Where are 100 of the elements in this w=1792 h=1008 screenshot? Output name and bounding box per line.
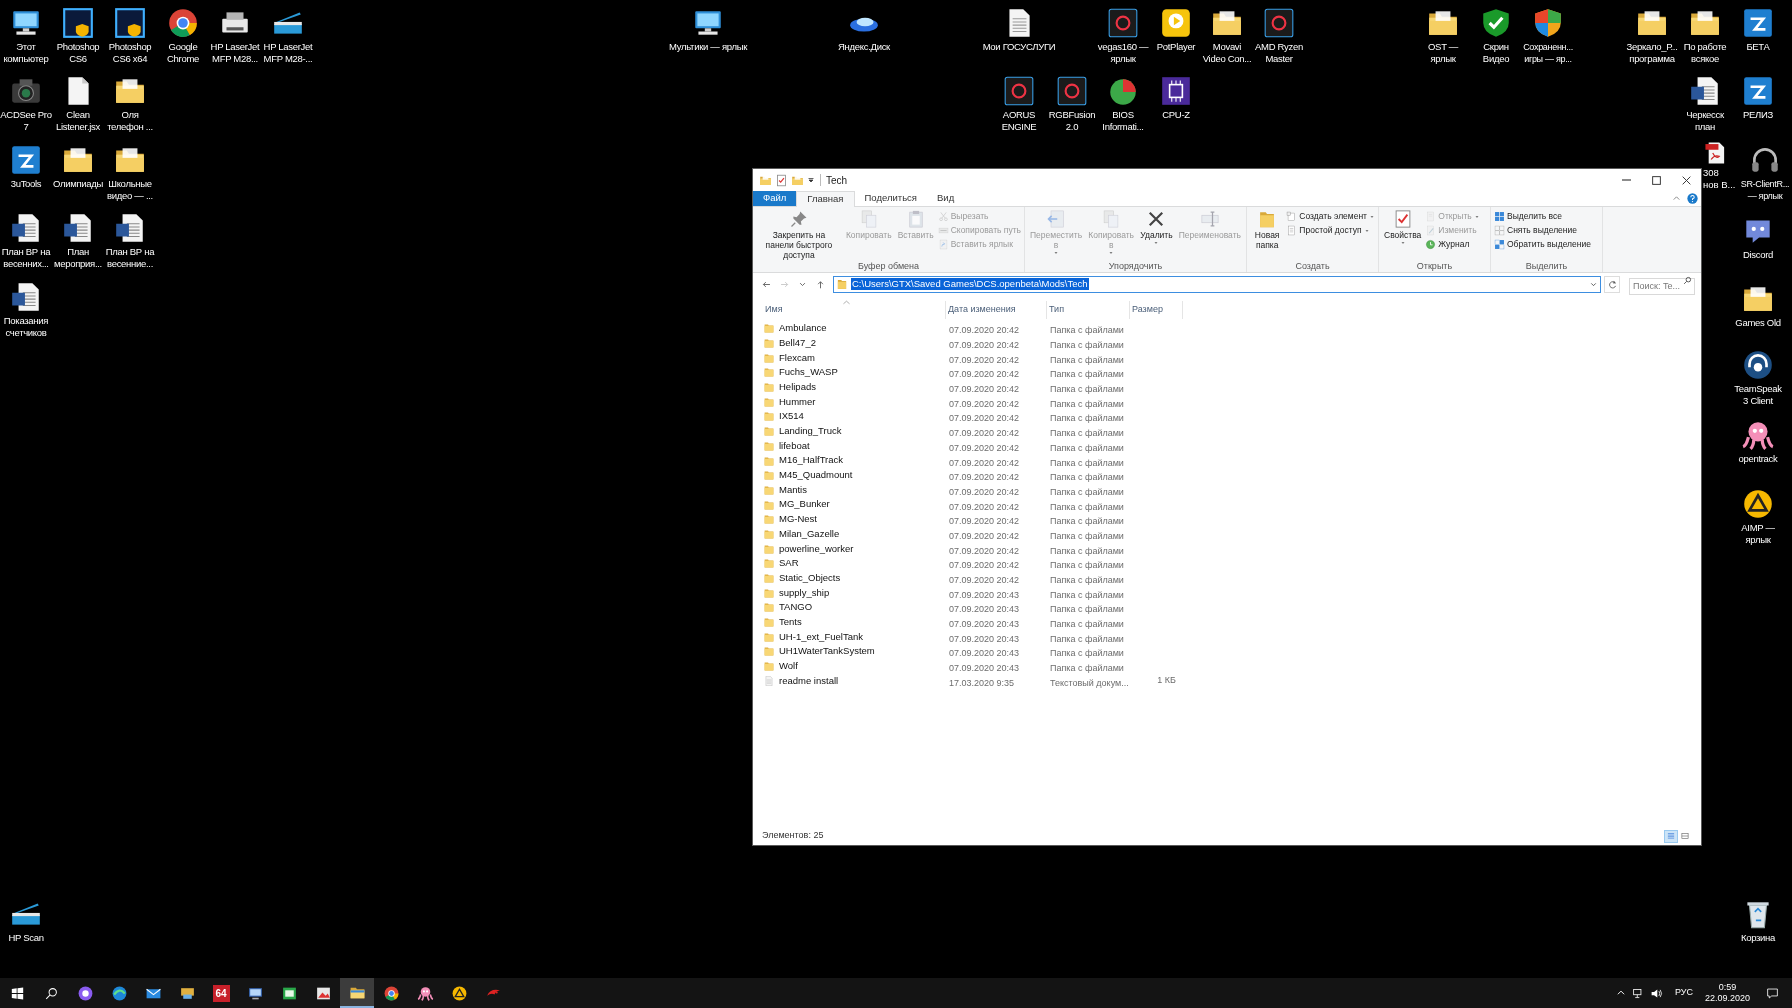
desktop-icon-label[interactable]: Оля телефон ... xyxy=(104,109,156,133)
ribbon-tab[interactable]: Поделиться xyxy=(854,191,927,206)
file-row[interactable]: readme install 17.03.2020 9:35 Текстовый докум... 1 КБ xyxy=(764,673,1701,689)
desktop-icon-label[interactable]: План ВР на весенних... xyxy=(0,246,52,270)
column-header[interactable]: Дата изменения xyxy=(946,301,1047,319)
address-field[interactable]: C:\Users\GTX\Saved Games\DCS.openbeta\Mods\Tech xyxy=(833,275,1601,293)
taskbar-app-button[interactable]: 64 xyxy=(204,978,238,1008)
file-menu-button[interactable]: Файл xyxy=(753,191,797,206)
language-indicator[interactable]: РУС xyxy=(1670,986,1697,1000)
ribbon-tab[interactable]: Главная xyxy=(796,191,855,207)
ribbon-button[interactable]: Простой доступ xyxy=(1286,224,1375,237)
desktop-icon-label[interactable]: TeamSpeak 3 Client xyxy=(1732,383,1784,407)
file-row[interactable]: UH-1_ext_FuelTank 07.09.2020 20:43 Папка с файлами xyxy=(764,629,1701,645)
desktop-icon-label[interactable]: HP Scan xyxy=(8,932,44,944)
ribbon-button[interactable]: Закрепить на панели быстрого доступа xyxy=(756,209,842,260)
help-icon[interactable] xyxy=(1687,193,1698,204)
file-row[interactable]: powerline_worker 07.09.2020 20:42 Папка с файлами xyxy=(764,541,1701,556)
desktop-icon-label[interactable]: По работе всякое xyxy=(1679,41,1731,65)
ribbon-button[interactable]: Свойства xyxy=(1382,209,1424,246)
clock-date[interactable]: 22.09.2020 xyxy=(1704,993,1750,1004)
desktop-icon-label[interactable]: Мои ГОСУСЛУГИ xyxy=(982,41,1056,53)
desktop-icon-label[interactable]: PotPlayer xyxy=(1156,41,1196,53)
file-row[interactable]: lifeboat 07.09.2020 20:42 Папка с файлами xyxy=(764,438,1701,454)
ribbon-button[interactable]: Создать элемент xyxy=(1286,210,1375,223)
desktop-icon-label[interactable]: Олимпиады xyxy=(52,178,104,190)
file-row[interactable]: Mantis 07.09.2020 20:42 Папка с файлами xyxy=(764,482,1701,498)
file-row[interactable]: Static_Objects 07.09.2020 20:42 Папка с файлами xyxy=(764,570,1701,586)
desktop-icon-label[interactable]: HP LaserJet MFP M28-... xyxy=(262,41,314,65)
view-button[interactable] xyxy=(1664,829,1678,843)
desktop-icon-label[interactable]: Корзина xyxy=(1740,932,1776,944)
desktop-icon-label[interactable]: БЕТА xyxy=(1746,41,1770,53)
desktop-icon-label[interactable]: План ВР на весенние... xyxy=(104,246,156,270)
desktop-icon-label[interactable]: Мультики — ярлык xyxy=(668,41,747,53)
desktop-icon-label[interactable]: OST — ярлык xyxy=(1417,41,1469,65)
network-icon[interactable] xyxy=(1631,986,1645,1000)
ribbon-button[interactable]: Обратить выделение xyxy=(1494,238,1591,251)
file-row[interactable]: TANGO 07.09.2020 20:43 Папка с файлами xyxy=(764,600,1701,615)
file-row[interactable]: MG_Bunker 07.09.2020 20:42 Папка с файлами xyxy=(764,497,1701,512)
desktop-icon-label[interactable]: Photoshop CS6 x64 xyxy=(104,41,156,65)
file-row[interactable]: MG-Nest 07.09.2020 20:42 Папка с файлами xyxy=(764,511,1701,527)
refresh-button[interactable] xyxy=(1604,275,1620,293)
desktop-icon-label[interactable]: ACDSee Pro 7 xyxy=(0,109,52,133)
desktop-icon-label[interactable]: Discord xyxy=(1742,249,1774,261)
file-row[interactable]: Ambulance 07.09.2020 20:42 Папка с файлами xyxy=(764,321,1701,336)
taskbar-app-button[interactable] xyxy=(340,978,374,1008)
properties-icon[interactable] xyxy=(775,173,788,187)
caret-icon[interactable] xyxy=(807,176,815,184)
desktop-icon-label[interactable]: Movavi Video Con... xyxy=(1201,41,1253,65)
file-row[interactable]: IX514 07.09.2020 20:42 Папка с файлами xyxy=(764,409,1701,424)
desktop-icon-label[interactable]: 3uTools xyxy=(10,178,42,190)
file-row[interactable]: UH1WaterTankSystem 07.09.2020 20:43 Папка с файлами xyxy=(764,644,1701,659)
file-row[interactable]: Fuchs_WASP 07.09.2020 20:42 Папка с файлами xyxy=(764,365,1701,380)
file-row[interactable]: Flexcam 07.09.2020 20:42 Папка с файлами xyxy=(764,350,1701,366)
desktop-icon-label[interactable]: vegas160 — ярлык xyxy=(1097,41,1149,65)
file-row[interactable]: Tents 07.09.2020 20:43 Папка с файлами xyxy=(764,614,1701,630)
file-row[interactable]: Landing_Truck 07.09.2020 20:42 Папка с файлами xyxy=(764,423,1701,439)
desktop-icon-label[interactable]: CPU-Z xyxy=(1162,109,1190,121)
file-row[interactable]: Helipads 07.09.2020 20:42 Папка с файлами xyxy=(764,379,1701,395)
desktop-icon-label[interactable]: Games Old xyxy=(1735,317,1781,329)
desktop-icon-label[interactable]: AIMP — ярлык xyxy=(1732,522,1784,546)
file-row[interactable]: Bell47_2 07.09.2020 20:42 Папка с файлами xyxy=(764,335,1701,351)
desktop-icon-label[interactable]: РЕЛИЗ xyxy=(1743,109,1773,121)
ribbon-button[interactable]: Журнал xyxy=(1425,238,1480,251)
desktop-icon-label[interactable]: SR-ClientR... — ярлык xyxy=(1738,178,1792,202)
clock-time[interactable]: 0:59 xyxy=(1718,982,1737,993)
file-row[interactable]: supply_ship 07.09.2020 20:43 Папка с файлами xyxy=(764,585,1701,601)
desktop-icon-label[interactable]: Clean Listener.jsx xyxy=(52,109,104,133)
desktop-icon-label[interactable]: Google Chrome xyxy=(157,41,209,65)
desktop-icon-label[interactable]: 308 нов В... xyxy=(1703,167,1737,191)
file-row[interactable]: Hummer 07.09.2020 20:42 Папка с файлами xyxy=(764,394,1701,410)
ribbon-button[interactable]: Выделить все xyxy=(1494,210,1591,223)
chevron-up-icon[interactable] xyxy=(1615,988,1626,998)
desktop-icon-label[interactable]: Сохраненн... игры — яр... xyxy=(1521,41,1575,65)
column-header[interactable]: Тип xyxy=(1047,301,1130,319)
desktop-icon-label[interactable]: RGBFusion 2.0 xyxy=(1046,109,1098,133)
column-header[interactable]: Имя xyxy=(763,301,946,319)
desktop-icon-label[interactable]: План мероприя... xyxy=(52,246,104,270)
desktop-icon-label[interactable]: Скрин Видео xyxy=(1470,41,1522,65)
ribbon-tab[interactable]: Вид xyxy=(927,191,965,206)
desktop-icon-label[interactable]: BIOS Informati... xyxy=(1097,109,1149,133)
file-row[interactable]: M16_HalfTrack 07.09.2020 20:42 Папка с файлами xyxy=(764,453,1701,468)
column-header[interactable]: Размер xyxy=(1130,301,1183,319)
desktop-icon-label[interactable]: Зеркало_Р... программа xyxy=(1626,41,1678,65)
ribbon-button[interactable]: Новая папка xyxy=(1250,209,1285,250)
desktop-icon-label[interactable]: HP LaserJet MFP M28... xyxy=(209,41,261,65)
ribbon-button[interactable]: Снять выделение xyxy=(1494,224,1591,237)
file-row[interactable]: SAR 07.09.2020 20:42 Папка с файлами xyxy=(764,556,1701,571)
desktop-icon-label[interactable]: AORUS ENGINE xyxy=(993,109,1045,133)
file-row[interactable]: M45_Quadmount 07.09.2020 20:42 Папка с файлами xyxy=(764,467,1701,483)
desktop-icon-label[interactable]: Показания счетчиков xyxy=(0,315,52,339)
desktop-icon-label[interactable]: Черкесск план xyxy=(1679,109,1731,133)
desktop-icon-label[interactable]: opentrack xyxy=(1738,453,1778,465)
desktop-icon-label[interactable]: Этот компьютер xyxy=(0,41,52,65)
ribbon-button[interactable]: Удалить xyxy=(1138,209,1175,246)
desktop-icon-label[interactable]: AMD Ryzen Master xyxy=(1253,41,1305,65)
search-field[interactable]: Поиск: Te... xyxy=(1629,277,1695,295)
desktop-icon-label[interactable]: Яндекс.Диск xyxy=(838,41,890,53)
desktop-icon-label[interactable]: Photoshop CS6 xyxy=(52,41,104,65)
file-row[interactable]: Wolf 07.09.2020 20:43 Папка с файлами xyxy=(764,658,1701,674)
desktop-icon-label[interactable]: Школьные видео — ... xyxy=(104,178,156,202)
